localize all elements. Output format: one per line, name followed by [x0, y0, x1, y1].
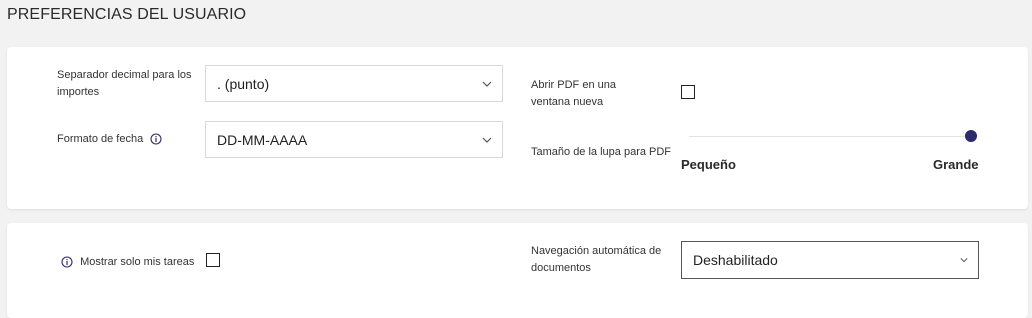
page-title: PREFERENCIAS DEL USUARIO — [7, 6, 247, 23]
date-format-label: Formato de fecha — [57, 133, 144, 145]
decimal-separator-value: . (punto) — [217, 75, 270, 92]
preferences-card-general: Separador decimal para los importes . (p… — [7, 47, 1028, 209]
preferences-card-tasks: Mostrar solo mis tareas Navegación autom… — [7, 223, 1028, 318]
info-icon[interactable] — [150, 133, 162, 145]
auto-navigation-label: Navegación automática de documentos — [531, 245, 662, 274]
pdf-zoom-slider-track[interactable] — [689, 136, 971, 137]
decimal-separator-label: Separador decimal para los importes — [57, 69, 192, 98]
only-my-tasks-label: Mostrar solo mis tareas — [80, 256, 195, 268]
pdf-zoom-slider-thumb[interactable] — [965, 130, 977, 142]
pdf-zoom-min-label: Pequeño — [681, 157, 736, 172]
auto-navigation-value: Deshabilitado — [693, 252, 778, 268]
chevron-down-icon — [482, 81, 492, 87]
only-my-tasks-checkbox[interactable] — [206, 253, 220, 267]
open-pdf-new-window-checkbox[interactable] — [681, 85, 695, 99]
date-format-label-group: Formato de fecha — [57, 131, 162, 148]
info-icon[interactable] — [61, 256, 73, 268]
chevron-down-icon — [482, 137, 492, 143]
open-pdf-new-window-label: Abrir PDF en una ventana nueva — [531, 79, 616, 108]
date-format-select[interactable]: DD-MM-AAAA — [205, 121, 503, 158]
only-my-tasks-label-group: Mostrar solo mis tareas — [61, 254, 194, 271]
pdf-zoom-max-label: Grande — [933, 157, 979, 172]
date-format-value: DD-MM-AAAA — [217, 131, 308, 148]
auto-navigation-select[interactable]: Deshabilitado — [681, 241, 979, 279]
pdf-zoom-size-label: Tamaño de la lupa para PDF — [531, 146, 672, 158]
decimal-separator-select[interactable]: . (punto) — [205, 65, 503, 102]
chevron-down-icon — [960, 258, 968, 263]
